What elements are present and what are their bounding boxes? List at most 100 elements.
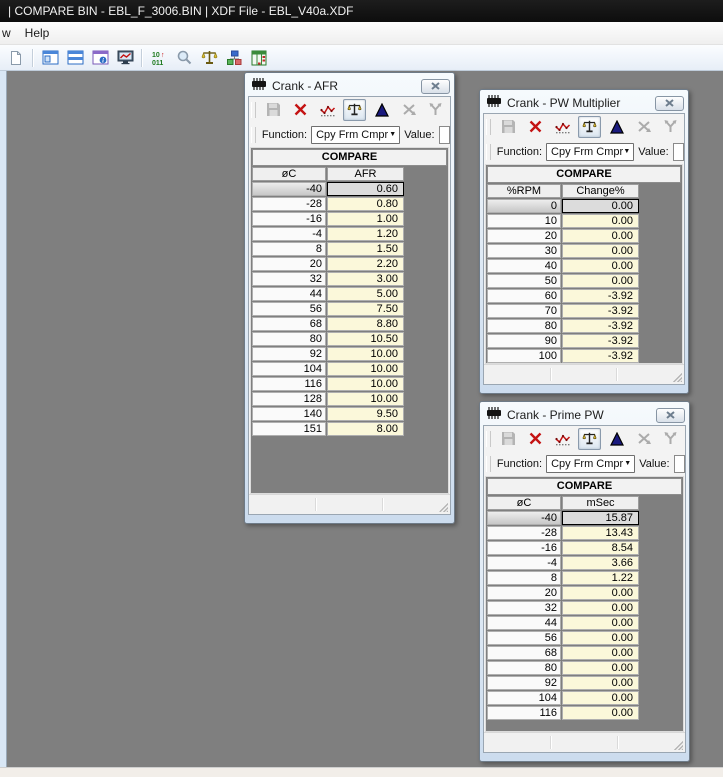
resize-grip[interactable] — [672, 372, 682, 382]
value-cell[interactable]: -3.92 — [562, 289, 639, 303]
row-header-cell[interactable]: 60 — [487, 289, 561, 303]
row-header-cell[interactable]: 92 — [252, 347, 326, 361]
row-header-cell[interactable]: 100 — [487, 349, 561, 363]
delta-icon[interactable] — [605, 428, 628, 450]
tile-windows-icon[interactable] — [66, 49, 84, 67]
table-row[interactable]: 10410.00 — [252, 362, 447, 377]
value-cell[interactable]: -3.92 — [562, 319, 639, 333]
value-cell[interactable]: 1.50 — [327, 242, 404, 256]
compare-scales-icon[interactable] — [578, 428, 601, 450]
delta-icon[interactable] — [370, 99, 393, 121]
table-row[interactable]: 80-3.92 — [487, 319, 681, 334]
row-header-cell[interactable]: 68 — [487, 646, 561, 660]
value-cell[interactable]: -3.92 — [562, 334, 639, 348]
block-diagram-icon[interactable] — [225, 49, 243, 67]
value-cell[interactable]: 0.00 — [562, 214, 639, 228]
table-row[interactable]: 1518.00 — [252, 422, 447, 437]
table-row[interactable]: 560.00 — [487, 631, 682, 646]
close-button[interactable] — [655, 96, 684, 111]
window-title-bar[interactable]: Crank - PW Multiplier — [483, 93, 685, 113]
value-cell[interactable]: 0.00 — [562, 661, 639, 675]
table-row[interactable]: 81.22 — [487, 571, 682, 586]
search-icon[interactable] — [175, 49, 193, 67]
table-row[interactable]: -2813.43 — [487, 526, 682, 541]
row-header-cell[interactable]: -4 — [487, 556, 561, 570]
table-row[interactable]: 1409.50 — [252, 407, 447, 422]
value-cell[interactable]: 0.00 — [562, 676, 639, 690]
row-header-cell[interactable]: 104 — [487, 691, 561, 705]
value-cell[interactable]: 8.00 — [327, 422, 404, 436]
table-row[interactable]: 202.20 — [252, 257, 447, 272]
value-cell[interactable]: 8.80 — [327, 317, 404, 331]
value-cell[interactable]: 15.87 — [562, 511, 639, 525]
table-row[interactable]: 90-3.92 — [487, 334, 681, 349]
value-input[interactable] — [673, 143, 684, 161]
graph-icon[interactable] — [316, 99, 339, 121]
column-header[interactable]: øC — [252, 167, 326, 181]
table-row[interactable]: 00.00 — [487, 199, 681, 214]
table-row[interactable]: 8010.50 — [252, 332, 447, 347]
row-header-cell[interactable]: -28 — [252, 197, 326, 211]
row-header-cell[interactable]: 8 — [487, 571, 561, 585]
value-cell[interactable]: 3.66 — [562, 556, 639, 570]
cascade-windows-icon[interactable] — [41, 49, 59, 67]
row-header-cell[interactable]: 0 — [487, 199, 561, 213]
value-cell[interactable]: 10.00 — [327, 362, 404, 376]
value-cell[interactable]: 9.50 — [327, 407, 404, 421]
row-header-cell[interactable]: 70 — [487, 304, 561, 318]
row-header-cell[interactable]: 104 — [252, 362, 326, 376]
row-header-cell[interactable]: -16 — [252, 212, 326, 226]
menu-item-cutoff[interactable]: w — [0, 22, 17, 44]
chart-monitor-icon[interactable] — [116, 49, 134, 67]
table-row[interactable]: 11610.00 — [252, 377, 447, 392]
value-cell[interactable]: 0.00 — [562, 601, 639, 615]
value-cell[interactable]: 0.00 — [562, 274, 639, 288]
value-cell[interactable]: 0.00 — [562, 244, 639, 258]
table-row[interactable]: 300.00 — [487, 244, 681, 259]
row-header-cell[interactable]: 80 — [252, 332, 326, 346]
value-input[interactable] — [674, 455, 685, 473]
value-cell[interactable]: 13.43 — [562, 526, 639, 540]
row-header-cell[interactable]: 90 — [487, 334, 561, 348]
function-dropdown[interactable]: Cpy Frm Cmpr ▼ — [546, 455, 635, 473]
binary-view-icon[interactable]: 10↑011 — [150, 49, 168, 67]
value-cell[interactable]: 10.50 — [327, 332, 404, 346]
row-header-cell[interactable]: 56 — [487, 631, 561, 645]
value-cell[interactable]: 8.54 — [562, 541, 639, 555]
row-header-cell[interactable]: 32 — [252, 272, 326, 286]
function-dropdown[interactable]: Cpy Frm Cmpr ▼ — [311, 126, 400, 144]
row-header-cell[interactable]: 40 — [487, 259, 561, 273]
row-header-cell[interactable]: -28 — [487, 526, 561, 540]
table-row[interactable]: -43.66 — [487, 556, 682, 571]
menu-item-help[interactable]: Help — [17, 22, 58, 44]
value-cell[interactable]: 1.22 — [562, 571, 639, 585]
table-row[interactable]: 1160.00 — [487, 706, 682, 721]
value-cell[interactable]: 10.00 — [327, 377, 404, 391]
table-row[interactable]: -41.20 — [252, 227, 447, 242]
window-info-icon[interactable]: i — [91, 49, 109, 67]
delta-icon[interactable] — [605, 116, 628, 138]
row-header-cell[interactable]: 20 — [487, 586, 561, 600]
table-row[interactable]: 9210.00 — [252, 347, 447, 362]
column-header[interactable]: AFR — [327, 167, 404, 181]
value-cell[interactable]: 0.00 — [562, 586, 639, 600]
value-cell[interactable]: 0.80 — [327, 197, 404, 211]
new-document-icon[interactable] — [7, 49, 25, 67]
graph-icon[interactable] — [551, 428, 574, 450]
compare-scales-icon[interactable] — [343, 99, 366, 121]
value-cell[interactable]: 0.00 — [562, 259, 639, 273]
value-cell[interactable]: 3.00 — [327, 272, 404, 286]
function-dropdown[interactable]: Cpy Frm Cmpr ▼ — [546, 143, 634, 161]
value-cell[interactable]: -3.92 — [562, 349, 639, 363]
row-header-cell[interactable]: 56 — [252, 302, 326, 316]
row-header-cell[interactable]: 128 — [252, 392, 326, 406]
table-row[interactable]: 320.00 — [487, 601, 682, 616]
table-row[interactable]: 60-3.92 — [487, 289, 681, 304]
value-cell[interactable]: 10.00 — [327, 392, 404, 406]
row-header-cell[interactable]: 44 — [252, 287, 326, 301]
row-header-cell[interactable]: 8 — [252, 242, 326, 256]
value-cell[interactable]: 10.00 — [327, 347, 404, 361]
table-row[interactable]: -400.60 — [252, 182, 447, 197]
table-row[interactable]: -168.54 — [487, 541, 682, 556]
value-cell[interactable]: -3.92 — [562, 304, 639, 318]
